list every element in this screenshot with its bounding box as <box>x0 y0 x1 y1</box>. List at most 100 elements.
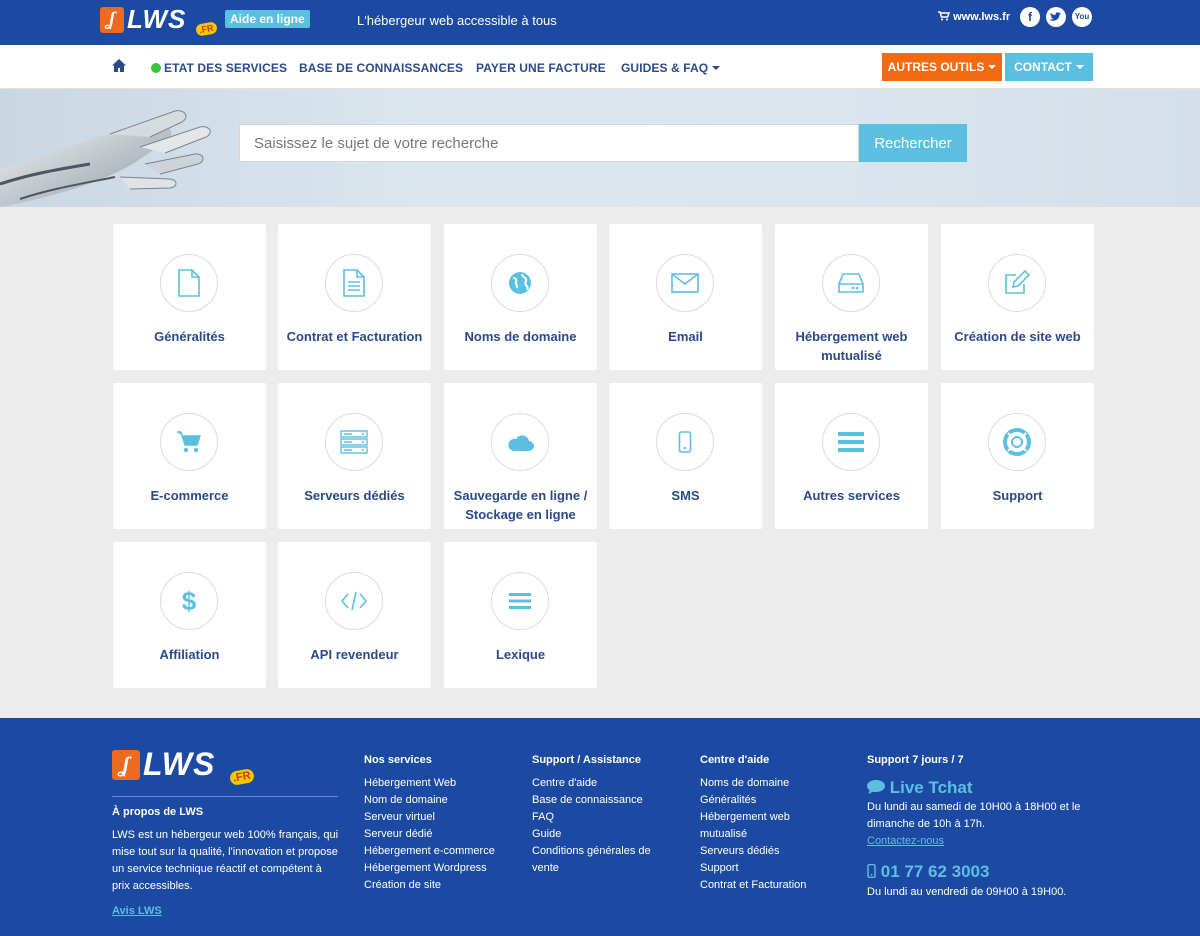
footer-link[interactable]: Hébergement Web <box>364 775 495 792</box>
services-list: Hébergement Web Nom de domaine Serveur vir… <box>364 775 495 894</box>
category-label: Contrat et Facturation <box>286 329 423 344</box>
envelope-icon <box>656 254 714 312</box>
footer-link[interactable]: Hébergement web mutualisé <box>700 809 820 843</box>
category-card[interactable]: Généralités <box>113 224 266 370</box>
logo-mark-icon: ʆ <box>100 6 124 33</box>
category-label: Hébergement web mutualisé <box>795 329 908 363</box>
about-title: À propos de LWS <box>112 806 204 818</box>
chevron-down-icon <box>1075 65 1084 69</box>
footer-link[interactable]: Centre d'aide <box>532 775 667 792</box>
logo-fr-badge: .FR <box>195 21 218 37</box>
footer-link[interactable]: Support <box>700 860 820 877</box>
category-label: Sauvegarde en ligne / Stockage en ligne <box>453 488 588 522</box>
category-card[interactable]: $ Affiliation <box>113 542 266 688</box>
category-card[interactable]: Sauvegarde en ligne / Stockage en ligne <box>444 383 597 529</box>
phone-number[interactable]: 01 77 62 3003 <box>867 862 989 882</box>
help-title: Centre d'aide <box>700 754 770 766</box>
chevron-down-icon <box>988 65 997 69</box>
lifebuoy-icon <box>988 413 1046 471</box>
category-card[interactable]: Email <box>609 224 762 370</box>
category-label: Création de site web <box>954 329 1081 344</box>
mobile-icon <box>867 863 876 879</box>
footer-logo[interactable]: ʆ LWS .FR <box>112 746 255 786</box>
file-text-icon <box>325 254 383 312</box>
live-tchat-link[interactable]: Live Tchat <box>867 778 973 798</box>
category-card[interactable]: Création de site web <box>941 224 1094 370</box>
nav-base-de-connaissances[interactable]: BASE DE CONNAISSANCES <box>299 61 463 75</box>
category-card[interactable]: API revendeur <box>278 542 431 688</box>
support-title: Support / Assistance <box>532 754 642 766</box>
category-label: Serveurs dédiés <box>304 488 405 503</box>
logo-mark-icon: ʆ <box>112 749 140 780</box>
footer-link[interactable]: Base de connaissance <box>532 792 667 809</box>
category-card[interactable]: Serveurs dédiés <box>278 383 431 529</box>
top-bar: ʆ LWS .FR Aide en ligne L'hébergeur web … <box>0 0 1200 45</box>
category-label: Autres services <box>803 488 900 503</box>
lws-logo[interactable]: ʆ LWS .FR <box>100 4 218 37</box>
category-card[interactable]: Lexique <box>444 542 597 688</box>
search-input[interactable] <box>239 124 859 162</box>
cart-icon <box>938 11 951 21</box>
svg-text:$: $ <box>182 587 197 615</box>
category-card[interactable]: Noms de domaine <box>444 224 597 370</box>
category-card[interactable]: Contrat et Facturation <box>278 224 431 370</box>
avis-lws-link[interactable]: Avis LWS <box>112 905 162 917</box>
footer-link[interactable]: Création de site <box>364 877 495 894</box>
menu-icon <box>491 572 549 630</box>
facebook-icon[interactable]: f <box>1020 7 1040 27</box>
server-rack-icon <box>325 413 383 471</box>
category-card[interactable]: SMS <box>609 383 762 529</box>
category-label: SMS <box>671 488 700 503</box>
globe-icon <box>491 254 549 312</box>
contact-button[interactable]: CONTACT <box>1005 53 1093 81</box>
cart-link-label: www.lws.fr <box>953 11 1011 23</box>
robot-hand-image <box>0 110 211 207</box>
category-card[interactable]: Autres services <box>775 383 928 529</box>
footer-link[interactable]: Contrat et Facturation <box>700 877 820 894</box>
code-icon <box>325 572 383 630</box>
logo-text: LWS <box>143 746 216 782</box>
footer-link[interactable]: Nom de domaine <box>364 792 495 809</box>
chat-bubble-icon <box>867 780 885 794</box>
main-nav: ETAT DES SERVICES BASE DE CONNAISSANCES … <box>0 45 1200 89</box>
nav-payer-une-facture[interactable]: PAYER UNE FACTURE <box>476 61 606 75</box>
footer-link[interactable]: Conditions générales de vente <box>532 843 667 877</box>
phone-hours: Du lundi au vendredi de 09H00 à 19H00. <box>867 886 1067 898</box>
help-list: Noms de domaine Généralités Hébergement we… <box>700 775 820 894</box>
footer-link[interactable]: Noms de domaine <box>700 775 820 792</box>
nav-guides-faq[interactable]: GUIDES & FAQ <box>621 61 721 75</box>
youtube-icon[interactable]: You <box>1072 7 1092 27</box>
home-icon[interactable] <box>112 59 126 72</box>
category-card[interactable]: Support <box>941 383 1094 529</box>
footer-link[interactable]: Hébergement e-commerce <box>364 843 495 860</box>
contact-link[interactable]: Contactez-nous <box>867 835 944 847</box>
mobile-icon <box>656 413 714 471</box>
logo-text: LWS <box>127 4 187 34</box>
search-button[interactable]: Rechercher <box>859 124 967 162</box>
support-list: Centre d'aide Base de connaissance FAQ Guid… <box>532 775 667 877</box>
footer-link[interactable]: Généralités <box>700 792 820 809</box>
footer: ʆ LWS .FR À propos de LWS LWS est un héb… <box>0 718 1200 936</box>
category-card[interactable]: Hébergement web mutualisé <box>775 224 928 370</box>
aide-en-ligne-badge: Aide en ligne <box>225 10 310 28</box>
footer-divider <box>112 796 338 797</box>
footer-link[interactable]: Serveur dédié <box>364 826 495 843</box>
cart-icon <box>160 413 218 471</box>
cart-link[interactable]: www.lws.fr <box>938 11 1010 23</box>
category-card[interactable]: E-commerce <box>113 383 266 529</box>
nav-etat-des-services[interactable]: ETAT DES SERVICES <box>151 61 287 75</box>
category-label: Noms de domaine <box>464 329 577 344</box>
file-icon <box>160 254 218 312</box>
twitter-icon[interactable] <box>1046 7 1066 27</box>
footer-link[interactable]: Serveur virtuel <box>364 809 495 826</box>
tchat-hours: Du lundi au samedi de 10H00 à 18H00 et l… <box>867 801 1081 830</box>
server-drive-icon <box>822 254 880 312</box>
category-label: Généralités <box>154 329 225 344</box>
footer-link[interactable]: Guide <box>532 826 667 843</box>
autres-outils-button[interactable]: AUTRES OUTILS <box>882 53 1002 81</box>
category-label: Lexique <box>495 647 546 662</box>
footer-link[interactable]: Hébergement Wordpress <box>364 860 495 877</box>
footer-link[interactable]: Serveurs dédiés <box>700 843 820 860</box>
footer-link[interactable]: FAQ <box>532 809 667 826</box>
cloud-icon <box>491 413 549 471</box>
